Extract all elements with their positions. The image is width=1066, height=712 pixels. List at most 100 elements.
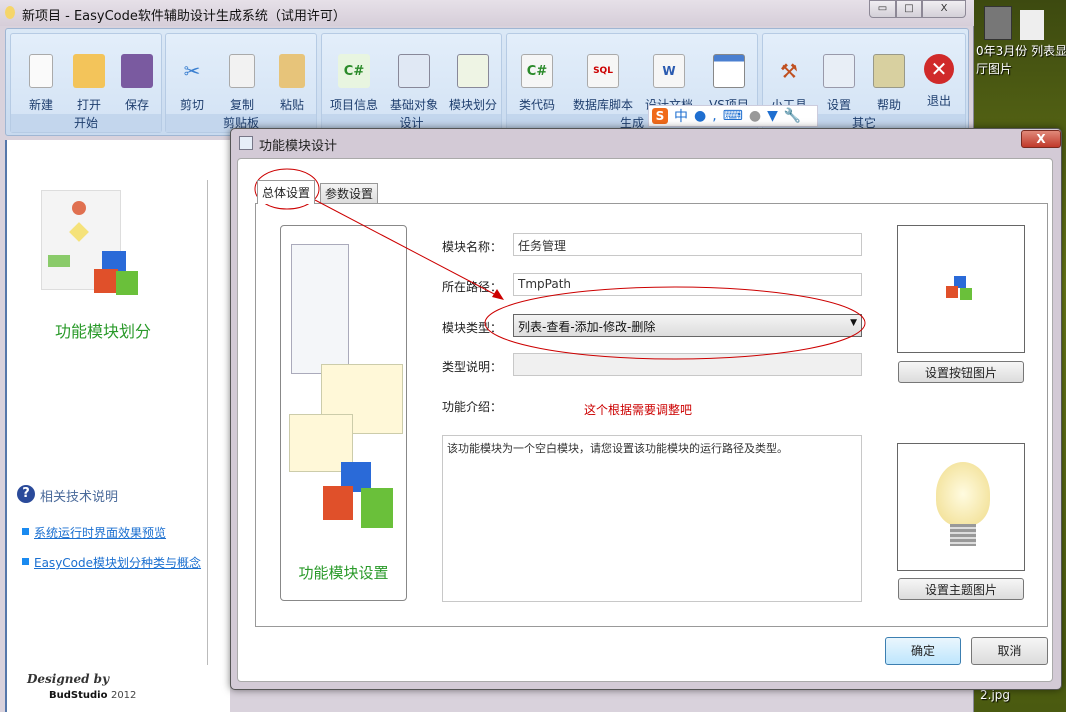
desktop-label[interactable]: 厅图片 — [976, 60, 1012, 77]
wrench-icon[interactable]: 🔧 — [784, 108, 801, 124]
help-heading: 相关技术说明 — [40, 490, 119, 505]
module-settings-illustration: 功能模块设置 — [280, 225, 407, 601]
new-button[interactable]: 新建 — [15, 48, 67, 114]
theme-image-preview — [897, 443, 1025, 571]
hierarchy-icon — [398, 54, 430, 88]
open-button[interactable]: 打开 — [63, 48, 115, 114]
desktop-file-icon[interactable] — [1020, 10, 1044, 40]
ribbon: 新建 打开 保存 开始 ✂ 剪切 复制 粘贴 剪贴板 C# 项目信息 基础对象 模块… — [5, 28, 969, 136]
desktop-file-icon[interactable] — [984, 6, 1012, 40]
designed-by-logo: Designed by — [27, 672, 110, 686]
copy-icon — [229, 54, 255, 88]
module-type-value: 列表-查看-添加-修改-删除 — [518, 320, 656, 334]
csharp-file-icon: C# — [521, 54, 553, 88]
module-type-select[interactable]: 列表-查看-添加-修改-删除 ▼ — [513, 314, 862, 337]
set-button-image-button[interactable]: 设置按钮图片 — [898, 361, 1024, 383]
flowchart-icon — [457, 54, 489, 88]
settings-button[interactable]: 设置 — [813, 48, 865, 114]
tools-icon: ⚒ — [780, 59, 798, 83]
chevron-down-icon: ▼ — [850, 318, 857, 328]
annotation-note: 这个根据需要调整吧 — [584, 403, 693, 417]
cancel-button[interactable]: 取消 — [971, 637, 1048, 665]
help-question-icon: ? — [17, 485, 35, 503]
module-path-input[interactable]: TmpPath — [513, 273, 862, 296]
help-book-icon — [873, 54, 905, 88]
link-module-concepts[interactable]: EasyCode模块划分种类与概念 — [34, 554, 201, 571]
tab-panel: 功能模块设置 模块名称： 任务管理 所在路径： TmpPath 模块类型： 列表… — [255, 203, 1048, 627]
button-image-preview — [897, 225, 1025, 353]
divider — [207, 180, 208, 665]
word-doc-icon: W — [653, 54, 685, 88]
copy-button[interactable]: 复制 — [216, 48, 268, 114]
exit-button[interactable]: ✕ 退出 — [913, 48, 965, 114]
module-name-label: 模块名称： — [442, 240, 503, 254]
ime-mode[interactable]: 中 — [674, 106, 688, 126]
exit-x-icon: ✕ — [924, 54, 954, 84]
sogou-logo-icon: S — [652, 108, 668, 124]
left-panel-title: 功能模块划分 — [55, 322, 152, 341]
left-panel: 功能模块划分 ? 相关技术说明 系统运行时界面效果预览 EasyCode模块划分… — [5, 140, 230, 712]
punctuation-icon[interactable]: ● — [694, 108, 706, 124]
user-icon[interactable]: ● — [749, 108, 761, 124]
ribbon-group-clipboard: ✂ 剪切 复制 粘贴 剪贴板 — [165, 33, 317, 133]
cut-button[interactable]: ✂ 剪切 — [166, 48, 218, 114]
base-object-button[interactable]: 基础对象 — [384, 48, 444, 114]
skin-shirt-icon[interactable]: ▼ — [767, 108, 778, 124]
link-runtime-preview[interactable]: 系统运行时界面效果预览 — [34, 524, 166, 541]
intro-label: 功能介绍： — [442, 400, 503, 414]
close-button[interactable]: X — [922, 0, 966, 18]
title-bar: 新项目 - EasyCode软件辅助设计生成系统（试用许可） ▭ □ X — [0, 0, 974, 26]
module-divide-illustration — [41, 190, 138, 295]
paste-button[interactable]: 粘贴 — [266, 48, 318, 114]
module-type-label: 模块类型： — [442, 321, 503, 335]
sql-file-icon: SQL — [587, 54, 619, 88]
illustration-caption: 功能模块设置 — [298, 564, 389, 582]
desktop-label[interactable]: 2.jpg — [980, 688, 1010, 702]
type-desc-label: 类型说明： — [442, 360, 503, 374]
visual-studio-icon — [713, 54, 745, 88]
type-desc-input — [513, 353, 862, 376]
module-path-label: 所在路径： — [442, 280, 503, 294]
clipboard-icon — [279, 54, 305, 88]
project-info-button[interactable]: C# 项目信息 — [324, 48, 384, 114]
symbol-icon[interactable]: , — [712, 108, 716, 124]
keyboard-icon[interactable]: ⌨ — [723, 108, 743, 124]
csharp-project-icon: C# — [338, 54, 370, 88]
ribbon-group-design: C# 项目信息 基础对象 模块划分 设计 — [321, 33, 502, 133]
cube-icon — [361, 488, 393, 528]
module-design-dialog: 功能模块设计 X 总体设置 参数设置 功能模块设置 模块名称： 任务管理 所在路… — [230, 128, 1062, 690]
desktop-label[interactable]: 0年3月份 列表显 — [976, 42, 1066, 59]
set-theme-image-button[interactable]: 设置主题图片 — [898, 578, 1024, 600]
studio-name: BudStudio 2012 — [49, 690, 137, 701]
save-disk-icon — [121, 54, 153, 88]
new-file-icon — [29, 54, 53, 88]
window-title: 新项目 - EasyCode软件辅助设计生成系统（试用许可） — [22, 9, 346, 24]
bullet-icon — [22, 558, 29, 565]
app-bulb-icon — [5, 6, 15, 19]
maximize-button[interactable]: □ — [896, 0, 922, 18]
dialog-title: 功能模块设计 — [259, 139, 338, 154]
intro-textarea[interactable]: 该功能模块为一个空白模块，请您设置该功能模块的运行路径及类型。 — [442, 435, 862, 602]
settings-icon — [823, 54, 855, 88]
group-label: 开始 — [11, 114, 161, 132]
ime-toolbar[interactable]: S 中 ● , ⌨ ● ▼ 🔧 — [648, 105, 818, 127]
module-name-input[interactable]: 任务管理 — [513, 233, 862, 256]
list-page-icon — [291, 244, 349, 374]
ribbon-group-start: 新建 打开 保存 开始 — [10, 33, 162, 133]
help-button[interactable]: 帮助 — [863, 48, 915, 114]
tab-parameters[interactable]: 参数设置 — [320, 183, 379, 203]
save-button[interactable]: 保存 — [111, 48, 163, 114]
module-divide-button[interactable]: 模块划分 — [443, 48, 503, 114]
cube-icon — [323, 486, 353, 520]
dialog-icon — [239, 136, 253, 150]
minimize-button[interactable]: ▭ — [869, 0, 896, 18]
class-code-button[interactable]: C# 类代码 — [511, 48, 563, 114]
tab-general[interactable]: 总体设置 — [257, 180, 316, 204]
scissors-icon: ✂ — [183, 59, 201, 83]
dialog-close-button[interactable]: X — [1021, 130, 1061, 148]
bullet-icon — [22, 528, 29, 535]
lightbulb-icon — [936, 462, 990, 526]
ok-button[interactable]: 确定 — [885, 637, 961, 665]
open-folder-icon — [73, 54, 105, 88]
db-script-button[interactable]: SQL 数据库脚本 — [569, 48, 637, 114]
